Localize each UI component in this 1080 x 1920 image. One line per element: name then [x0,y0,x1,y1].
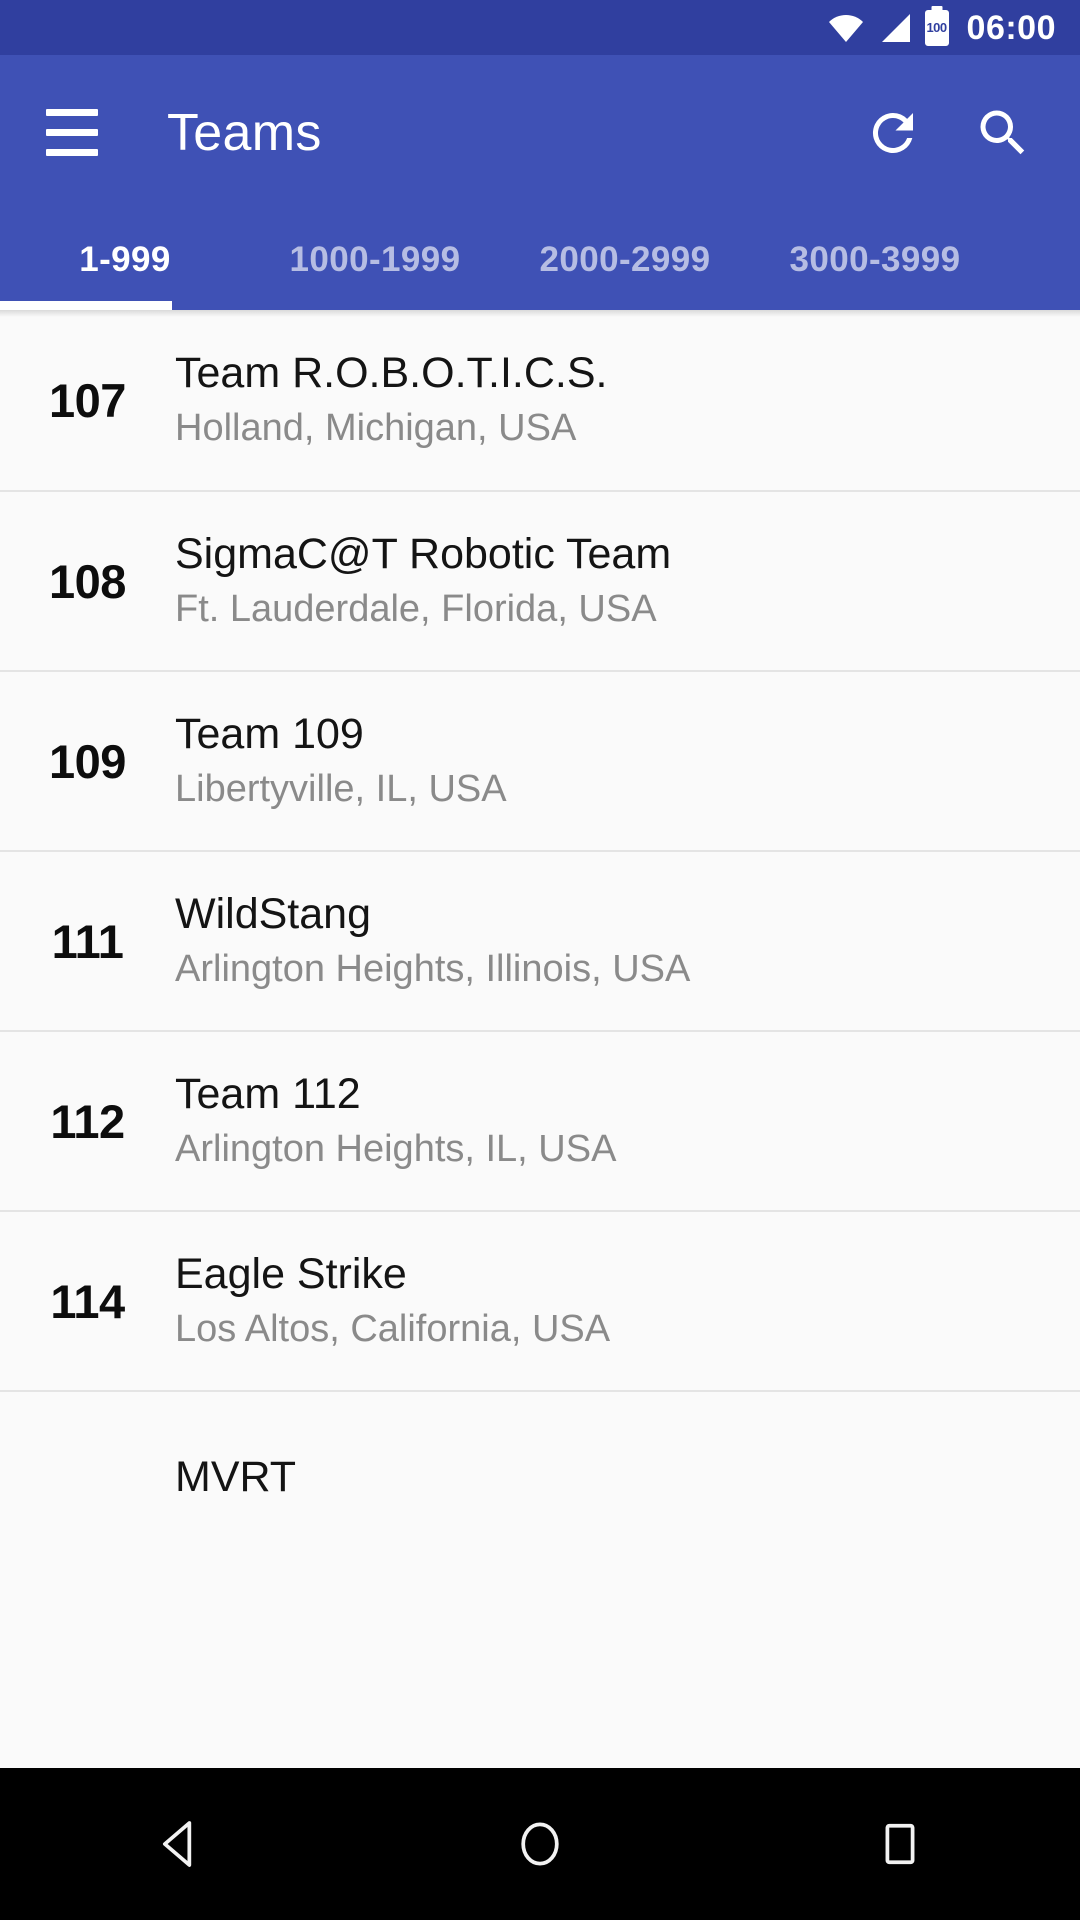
app-bar: Teams 1-999 1000-1999 2000-2999 3000-399… [0,55,1080,310]
hamburger-line [46,109,98,116]
team-info: Eagle Strike Los Altos, California, USA [175,1250,1080,1352]
status-bar-clock: 06:00 [966,8,1056,47]
recents-square-icon[interactable] [825,1768,975,1920]
wifi-icon [827,13,865,43]
team-number: 111 [51,914,124,968]
status-bar-icons: 100 06:00 [827,8,1056,47]
app-screen: 100 06:00 Teams 1-999 1000-1999 2000-299… [0,0,1080,1920]
table-row[interactable]: 108 SigmaC@T Robotic Team Ft. Lauderdale… [0,490,1080,670]
team-number: 112 [50,1094,125,1148]
status-bar: 100 06:00 [0,0,1080,55]
table-row[interactable]: 107 Team R.O.B.O.T.I.C.S. Holland, Michi… [0,310,1080,490]
battery-icon: 100 [924,9,949,46]
toolbar: Teams [0,55,1080,210]
team-number: 109 [49,734,126,788]
team-list[interactable]: 107 Team R.O.B.O.T.I.C.S. Holland, Michi… [0,310,1080,1768]
team-location: Ft. Lauderdale, Florida, USA [175,587,657,630]
team-name: WildStang [175,890,371,939]
tab-bar: 1-999 1000-1999 2000-2999 3000-3999 [0,210,1080,310]
team-location: Los Altos, California, USA [175,1307,611,1350]
team-info: Team 112 Arlington Heights, IL, USA [175,1070,1080,1172]
team-info: WildStang Arlington Heights, Illinois, U… [175,890,1080,992]
home-circle-icon[interactable] [465,1768,615,1920]
tab-1-999[interactable]: 1-999 [0,240,250,280]
table-row[interactable]: 111 WildStang Arlington Heights, Illinoi… [0,850,1080,1030]
table-row[interactable]: 114 Eagle Strike Los Altos, California, … [0,1210,1080,1390]
team-info: Team 109 Libertyville, IL, USA [175,710,1080,812]
team-location: Arlington Heights, Illinois, USA [175,947,691,990]
team-name: MVRT [175,1453,297,1502]
tab-1000-1999[interactable]: 1000-1999 [250,240,500,280]
tab-indicator [0,301,172,310]
hamburger-menu-icon[interactable] [22,83,122,183]
refresh-icon[interactable] [862,102,924,164]
cellular-signal-icon [878,13,912,43]
team-info: SigmaC@T Robotic Team Ft. Lauderdale, Fl… [175,530,1080,632]
tab-2000-2999[interactable]: 2000-2999 [500,240,750,280]
team-name: Team 112 [175,1070,361,1119]
team-name: Eagle Strike [175,1250,407,1299]
hamburger-line [46,149,98,156]
team-info: MVRT [175,1453,1080,1508]
team-location: Arlington Heights, IL, USA [175,1127,617,1170]
toolbar-actions [862,102,1080,164]
team-location: Holland, Michigan, USA [175,406,577,449]
back-triangle-icon[interactable] [105,1768,255,1920]
android-nav-bar [0,1768,1080,1920]
team-location: Libertyville, IL, USA [175,767,507,810]
hamburger-line [46,129,98,136]
team-number: 107 [49,373,126,427]
search-icon[interactable] [972,102,1034,164]
team-name: Team 109 [175,710,364,759]
team-name: Team R.O.B.O.T.I.C.S. [175,349,608,398]
tab-3000-3999[interactable]: 3000-3999 [750,240,1000,280]
team-number: 114 [50,1274,125,1328]
table-row[interactable]: MVRT [0,1390,1080,1570]
battery-level-label: 100 [926,20,947,35]
team-number: 108 [49,554,126,608]
table-row[interactable]: 112 Team 112 Arlington Heights, IL, USA [0,1030,1080,1210]
team-name: SigmaC@T Robotic Team [175,530,672,579]
team-info: Team R.O.B.O.T.I.C.S. Holland, Michigan,… [175,349,1080,451]
table-row[interactable]: 109 Team 109 Libertyville, IL, USA [0,670,1080,850]
page-title: Teams [167,103,322,162]
